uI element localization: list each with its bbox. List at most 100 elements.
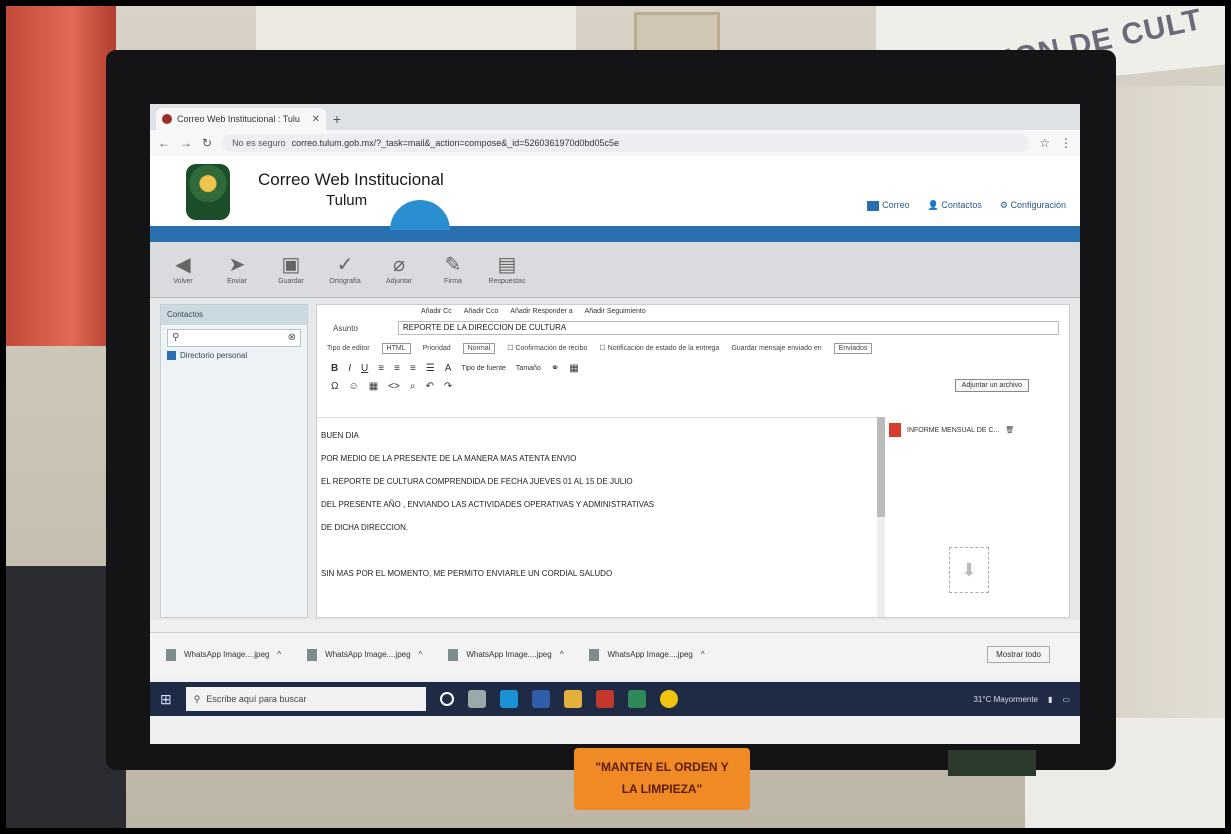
attachment-item[interactable]: INFORME MENSUAL DE C... 🗑 — [889, 423, 1065, 437]
task-view-icon[interactable] — [467, 690, 486, 708]
sign-line: "MANTEN EL ORDEN Y — [595, 760, 729, 774]
taskbar-search-input[interactable]: ⚲ Escribe aquí para buscar — [185, 687, 426, 711]
editor-type-select[interactable]: HTML — [381, 342, 411, 354]
sidebar-item-directory[interactable]: Directorio personal — [167, 351, 301, 360]
subject-input[interactable]: REPORTE DE LA DIRECCION DE CULTURA — [397, 321, 1059, 335]
arrow-left-icon: ◀ — [175, 253, 191, 276]
chevron-up-icon[interactable]: ^ — [277, 650, 281, 659]
download-item[interactable]: WhatsApp Image....jpeg ^ — [166, 648, 281, 661]
font-color-icon[interactable]: A — [445, 363, 452, 374]
clear-icon[interactable]: ⊗ — [288, 332, 296, 344]
network-icon[interactable]: ▮ — [1048, 695, 1052, 704]
sign-line: LA LIMPIEZA" — [621, 782, 703, 796]
format-toolbar: B I U ≡ ≡ ≡ ☰ A Tipo de fuente Tamaño ⚭ … — [317, 359, 1069, 377]
editor-scrollbar[interactable] — [877, 417, 885, 617]
add-replyto-link[interactable]: Añadir Responder a — [510, 308, 572, 319]
attach-toolbar-button[interactable]: ⌀ Adjuntar — [380, 248, 418, 292]
underline-icon[interactable]: U — [361, 363, 368, 374]
chevron-up-icon[interactable]: ^ — [701, 650, 705, 659]
list-icon[interactable]: ☰ — [426, 363, 435, 374]
priority-label: Prioridad — [422, 344, 451, 352]
new-tab-icon[interactable]: + — [326, 108, 348, 130]
sidebar-header: Contactos — [161, 305, 307, 325]
signature-button[interactable]: ✎ Firma — [434, 248, 472, 292]
office-icon[interactable] — [595, 690, 614, 708]
logo-icon — [186, 164, 230, 220]
image-icon[interactable]: ▦ — [569, 363, 578, 374]
back-icon[interactable]: ← — [158, 136, 170, 150]
explorer-icon[interactable] — [563, 690, 582, 708]
delivery-checkbox[interactable]: ☐ Notificación de estado de la entrega — [599, 344, 719, 352]
body-line: DEL PRESENTE AÑO , ENVIANDO LAS ACTIVIDA… — [321, 500, 655, 509]
notification-icon[interactable]: ▭ — [1062, 695, 1070, 704]
url-field[interactable]: No es seguro correo.tulum.gob.mx/?_task=… — [222, 134, 1030, 152]
windows-start-icon[interactable]: ⊞ — [160, 691, 172, 708]
code-icon[interactable]: <> — [388, 381, 400, 392]
contacts-search-input[interactable]: ⚲ ⊗ — [167, 329, 301, 347]
monitor-led-display — [948, 750, 1036, 776]
star-icon[interactable]: ☆ — [1039, 136, 1050, 150]
browser-tab[interactable]: Correo Web Institucional : Tulu ✕ — [156, 108, 326, 130]
body-line: SIN MAS POR EL MOMENTO, ME PERMITO ENVIA… — [321, 569, 613, 578]
compose-toolbar: ◀ Volver ➤ Enviar ▣ Guardar ✓ Ortografía ⌀ Ad… — [150, 242, 1080, 298]
add-followup-link[interactable]: Añadir Seguimiento — [585, 308, 646, 319]
spellcheck-button[interactable]: ✓ Ortografía — [326, 248, 364, 292]
store-icon[interactable] — [531, 690, 550, 708]
emoji-icon[interactable]: ☺ — [348, 381, 358, 392]
reload-icon[interactable]: ↻ — [202, 136, 212, 150]
download-item[interactable]: WhatsApp Image....jpeg ^ — [589, 648, 705, 661]
nav-mail[interactable]: Correo — [867, 200, 910, 211]
responses-button[interactable]: ▤ Respuestas — [488, 248, 526, 292]
pdf-icon — [889, 423, 901, 437]
attach-file-button[interactable]: Adjuntar un archivo — [954, 379, 1029, 392]
nav-settings[interactable]: ⚙ Configuración — [1000, 200, 1066, 211]
favicon-icon — [162, 114, 172, 124]
font-family-select[interactable]: Tipo de fuente — [461, 365, 506, 372]
message-editor[interactable]: BUEN DIA POR MEDIO DE LA PRESENTE DE LA … — [317, 417, 877, 617]
add-cc-link[interactable]: Añadir Cc — [421, 308, 452, 319]
font-size-select[interactable]: Tamaño — [516, 365, 541, 372]
search-icon: ⚲ — [172, 332, 180, 343]
attachments-panel: INFORME MENSUAL DE C... 🗑 ⬇ — [889, 417, 1065, 617]
nav-contacts[interactable]: 👤 Contactos — [928, 200, 982, 211]
save-sent-select[interactable]: Enviados — [833, 342, 873, 354]
find-icon[interactable]: ⌕ — [410, 381, 416, 392]
send-button[interactable]: ➤ Enviar — [218, 248, 256, 292]
scroll-thumb[interactable] — [877, 417, 885, 517]
redo-icon[interactable]: ↷ — [444, 381, 452, 392]
file-icon — [166, 648, 176, 661]
add-bcc-link[interactable]: Añadir Cco — [464, 308, 499, 319]
menu-icon[interactable]: ⋮ — [1060, 136, 1072, 150]
show-all-button[interactable]: Mostrar todo — [987, 646, 1050, 663]
undo-icon[interactable]: ↶ — [425, 381, 433, 392]
forward-icon[interactable]: → — [180, 136, 192, 150]
security-warning: No es seguro — [232, 138, 286, 148]
table-icon[interactable]: ▦ — [369, 381, 378, 392]
link-icon[interactable]: ⚭ — [551, 363, 559, 374]
save-button[interactable]: ▣ Guardar — [272, 248, 310, 292]
chrome-icon[interactable] — [659, 690, 678, 708]
align-right-icon[interactable]: ≡ — [410, 363, 416, 374]
download-item[interactable]: WhatsApp Image....jpeg ^ — [307, 648, 423, 661]
back-button[interactable]: ◀ Volver — [164, 248, 202, 292]
align-center-icon[interactable]: ≡ — [394, 363, 400, 374]
upload-dropzone[interactable]: ⬇ — [949, 547, 989, 593]
windows-taskbar: ⊞ ⚲ Escribe aquí para buscar 31°C Mayorm… — [150, 682, 1080, 716]
delete-icon[interactable]: 🗑 — [1005, 426, 1014, 434]
chevron-up-icon[interactable]: ^ — [419, 650, 423, 659]
bold-icon[interactable]: B — [331, 363, 338, 374]
align-left-icon[interactable]: ≡ — [378, 363, 384, 374]
weather-indicator[interactable]: 31°C Mayormente — [973, 695, 1038, 704]
cortana-icon[interactable] — [439, 692, 454, 706]
omega-icon[interactable]: Ω — [331, 381, 338, 392]
excel-icon[interactable] — [627, 690, 646, 708]
download-item[interactable]: WhatsApp Image....jpeg ^ — [448, 648, 564, 661]
edge-icon[interactable] — [499, 690, 518, 708]
editor-type-label: Tipo de editor — [327, 344, 370, 352]
chevron-up-icon[interactable]: ^ — [560, 650, 564, 659]
italic-icon[interactable]: I — [348, 363, 351, 374]
receipt-checkbox[interactable]: ☐ Confirmación de recibo — [507, 344, 587, 352]
close-icon[interactable]: ✕ — [312, 114, 320, 125]
priority-select[interactable]: Normal — [462, 342, 496, 354]
save-icon: ▣ — [281, 253, 301, 276]
